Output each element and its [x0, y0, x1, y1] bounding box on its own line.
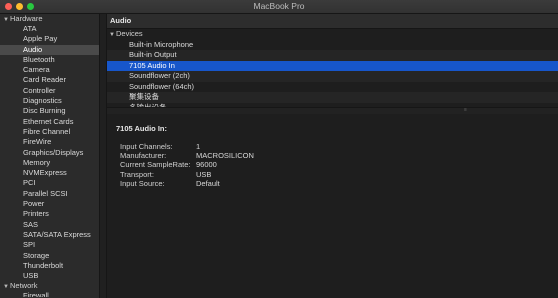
device-row[interactable]: Soundflower (64ch)	[107, 82, 558, 93]
sidebar-item-audio[interactable]: Audio	[0, 44, 99, 55]
sidebar-item-sata[interactable]: SATA/SATA Express	[0, 230, 99, 240]
device-row[interactable]: Built-in Microphone	[107, 40, 558, 51]
sidebar-item-controller[interactable]: Controller	[0, 86, 99, 96]
title-bar: MacBook Pro	[0, 0, 558, 14]
system-information-window: MacBook Pro ▼Hardware ATA Apple Pay Audi…	[0, 0, 558, 298]
sidebar-item-fibre-channel[interactable]: Fibre Channel	[0, 127, 99, 137]
detail-pane: 7105 Audio In: Input Channels: 1 Manufact…	[107, 114, 558, 298]
sidebar-item-sas[interactable]: SAS	[0, 220, 99, 230]
detail-value: USB	[196, 169, 212, 179]
detail-row: Transport: USB	[120, 170, 254, 179]
sidebar-item-printers[interactable]: Printers	[0, 209, 99, 219]
detail-row: Input Channels: 1	[120, 142, 254, 151]
sidebar-item-nvmexpress[interactable]: NVMExpress	[0, 168, 99, 178]
detail-row: Manufacturer: MACROSILICON	[120, 151, 254, 160]
sidebar-item-card-reader[interactable]: Card Reader	[0, 75, 99, 85]
sidebar-item-camera[interactable]: Camera	[0, 65, 99, 75]
column-header[interactable]: Audio	[107, 14, 558, 29]
sidebar-item-apple-pay[interactable]: Apple Pay	[0, 34, 99, 44]
sidebar-item-graphics-displays[interactable]: Graphics/Displays	[0, 148, 99, 158]
content-pane: Audio ▼Devices Built-in Microphone Built…	[107, 14, 558, 298]
sidebar-item-firewire[interactable]: FireWire	[0, 137, 99, 147]
sidebar-item-diagnostics[interactable]: Diagnostics	[0, 96, 99, 106]
sidebar-item-pci[interactable]: PCI	[0, 178, 99, 188]
disclosure-triangle-icon[interactable]: ▼	[109, 30, 116, 41]
sidebar: ▼Hardware ATA Apple Pay Audio Bluetooth …	[0, 14, 100, 298]
sidebar-item-ata[interactable]: ATA	[0, 24, 99, 34]
detail-title: 7105 Audio In:	[116, 124, 167, 133]
window-title: MacBook Pro	[253, 1, 305, 11]
disclosure-triangle-icon[interactable]: ▼	[3, 15, 10, 25]
split-view-divider[interactable]	[100, 14, 107, 298]
detail-row: Input Source: Default	[120, 179, 254, 188]
detail-value: Default	[196, 178, 220, 188]
detail-value: MACROSILICON	[196, 151, 254, 161]
device-row[interactable]: Soundflower (2ch)	[107, 71, 558, 82]
detail-key: Manufacturer:	[120, 151, 167, 161]
sidebar-item-disc-burning[interactable]: Disc Burning	[0, 106, 99, 116]
sidebar-item-ethernet-cards[interactable]: Ethernet Cards	[0, 117, 99, 127]
sidebar-item-memory[interactable]: Memory	[0, 158, 99, 168]
sidebar-group-label: Network	[10, 281, 38, 291]
sidebar-item-storage[interactable]: Storage	[0, 251, 99, 261]
sidebar-item-bluetooth[interactable]: Bluetooth	[0, 55, 99, 65]
grip-icon: ≡	[464, 107, 467, 113]
detail-key: Transport:	[120, 169, 154, 179]
sidebar-item-thunderbolt[interactable]: Thunderbolt	[0, 261, 99, 271]
sidebar-item-firewall[interactable]: Firewall	[0, 291, 99, 297]
detail-value: 1	[196, 142, 201, 151]
sidebar-group-network[interactable]: ▼Network	[0, 281, 99, 291]
devices-group-label: Devices	[116, 29, 143, 38]
detail-row: Current SampleRate: 96000	[120, 160, 254, 169]
detail-key: Input Channels:	[120, 142, 173, 151]
device-row-selected[interactable]: 7105 Audio In	[107, 60, 558, 71]
sidebar-item-spi[interactable]: SPI	[0, 240, 99, 250]
disclosure-triangle-icon[interactable]: ▼	[3, 282, 10, 292]
sidebar-item-usb[interactable]: USB	[0, 271, 99, 281]
detail-fields: Input Channels: 1 Manufacturer: MACROSILIC…	[120, 142, 254, 188]
devices-group[interactable]: ▼Devices	[107, 29, 558, 40]
detail-key: Input Source:	[120, 178, 165, 188]
detail-key: Current SampleRate:	[120, 160, 191, 170]
sidebar-group-label: Hardware	[10, 14, 43, 23]
detail-value: 96000	[196, 160, 217, 170]
sidebar-item-parallel-scsi[interactable]: Parallel SCSI	[0, 189, 99, 199]
sidebar-item-power[interactable]: Power	[0, 199, 99, 209]
device-row[interactable]: Built-in Output	[107, 50, 558, 61]
device-row[interactable]: 聚集设备	[107, 92, 558, 103]
sidebar-group-hardware[interactable]: ▼Hardware	[0, 14, 99, 24]
